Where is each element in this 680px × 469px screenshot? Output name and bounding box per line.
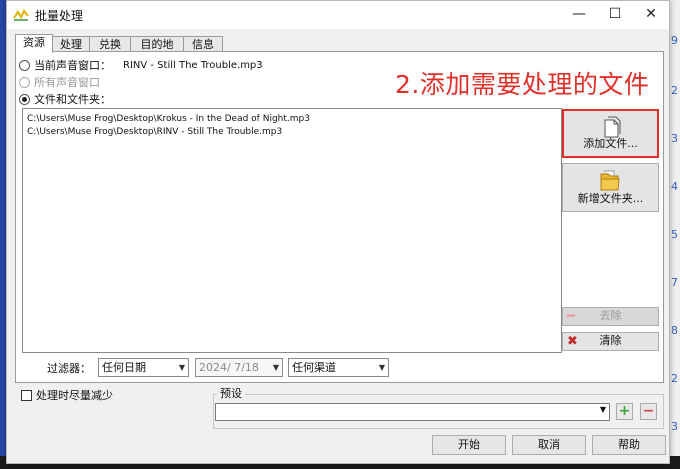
side-digit: 3 — [671, 420, 678, 433]
close-button[interactable]: ✕ — [633, 1, 669, 29]
reduce-option[interactable]: 处理时尽量减少 — [21, 387, 113, 403]
current-window-radio[interactable] — [19, 59, 30, 71]
window-title: 批量处理 — [35, 9, 84, 23]
current-window-option[interactable]: 当前声音窗口： RINV - Still The Trouble.mp3 — [19, 57, 263, 73]
side-digit: 4 — [671, 180, 678, 193]
side-digit: 9 — [671, 34, 678, 47]
title-bar[interactable]: 批量处理 — ☐ ✕ — [7, 1, 669, 29]
cancel-button[interactable]: 取消 — [512, 435, 586, 455]
all-windows-label: 所有声音窗口 — [34, 76, 100, 89]
channel-filter-select[interactable]: 任何渠道 ▼ — [288, 358, 389, 377]
all-windows-radio — [19, 76, 30, 88]
channel-filter-value: 任何渠道 — [292, 361, 336, 374]
file-list-item[interactable]: C:\Users\Muse Frog\Desktop\RINV - Still … — [27, 127, 282, 137]
reduce-checkbox[interactable] — [21, 389, 32, 401]
date-picker-value: 2024/ 7/18 — [199, 361, 259, 374]
add-files-label: 添加文件... — [583, 137, 638, 150]
all-windows-option: 所有声音窗口 — [19, 74, 100, 90]
file-list-item[interactable]: C:\Users\Muse Frog\Desktop\Krokus - In t… — [27, 114, 310, 124]
tab-convert[interactable]: 兑换 — [89, 36, 131, 52]
batch-processing-dialog: 批量处理 — ☐ ✕ 资源 处理 兑换 目的地 信息 当前声音窗口： RINV … — [6, 0, 670, 464]
current-window-label: 当前声音窗口： — [34, 59, 111, 72]
minus-icon: − — [642, 403, 655, 419]
app-icon — [13, 8, 29, 25]
chevron-down-icon: ▼ — [272, 363, 279, 372]
chevron-down-icon: ▼ — [378, 363, 385, 372]
file-list[interactable]: C:\Users\Muse Frog\Desktop\Krokus - In t… — [22, 108, 562, 353]
filter-label: 过滤器： — [47, 362, 91, 375]
files-folders-label: 文件和文件夹： — [34, 93, 111, 106]
tab-processing[interactable]: 处理 — [52, 36, 90, 52]
side-digit: 5 — [671, 228, 678, 241]
side-digit: 8 — [671, 324, 678, 337]
side-digit: 7 — [671, 276, 678, 289]
side-digit: 2 — [671, 372, 678, 385]
plus-icon: + — [618, 403, 631, 419]
add-files-button[interactable]: 添加文件... — [562, 109, 659, 158]
remove-button[interactable]: ━ 去除 — [562, 307, 659, 326]
date-filter-value: 任何日期 — [102, 361, 146, 374]
add-folder-button[interactable]: 新增文件夹... — [562, 163, 659, 212]
date-filter-select[interactable]: 任何日期 ▼ — [98, 358, 189, 377]
clear-button[interactable]: ✖ 清除 — [562, 332, 659, 351]
preset-title: 预设 — [217, 385, 245, 401]
chevron-down-icon: ▼ — [178, 363, 185, 372]
side-digit: 2 — [671, 84, 678, 97]
maximize-button[interactable]: ☐ — [597, 1, 633, 29]
remove-label: 去除 — [599, 309, 622, 322]
clear-label: 清除 — [599, 334, 622, 347]
reduce-label: 处理时尽量减少 — [36, 389, 113, 402]
chevron-down-icon: ▼ — [599, 405, 606, 414]
tab-destination[interactable]: 目的地 — [130, 36, 184, 52]
add-preset-button[interactable]: + — [616, 403, 633, 420]
tab-resources[interactable]: 资源 — [15, 34, 53, 53]
start-button[interactable]: 开始 — [432, 435, 506, 455]
tutorial-annotation: 2.添加需要处理的文件 — [395, 70, 650, 99]
minimize-button[interactable]: — — [561, 1, 597, 29]
date-picker[interactable]: 2024/ 7/18 ▼ — [195, 358, 283, 377]
files-folders-option[interactable]: 文件和文件夹： — [19, 91, 111, 107]
preset-select[interactable]: ▼ — [215, 403, 610, 421]
help-button[interactable]: 帮助 — [592, 435, 666, 455]
side-digit: 3 — [671, 132, 678, 145]
delete-preset-button[interactable]: − — [640, 403, 657, 420]
add-folder-label: 新增文件夹... — [577, 192, 644, 205]
current-window-value: RINV - Still The Trouble.mp3 — [123, 59, 263, 71]
files-folders-radio[interactable] — [19, 93, 30, 105]
tab-info[interactable]: 信息 — [183, 36, 223, 52]
